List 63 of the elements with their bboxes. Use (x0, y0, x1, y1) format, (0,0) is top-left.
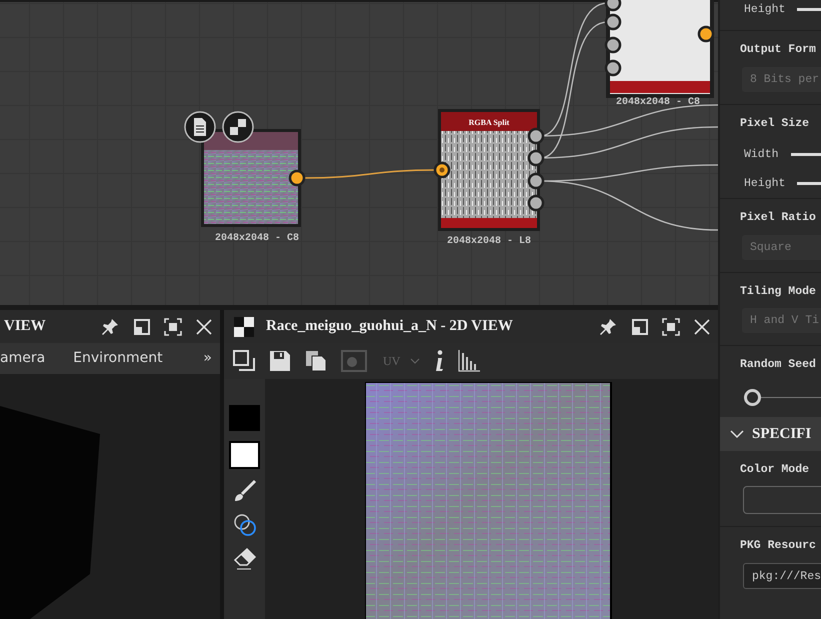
caret-icon (410, 358, 420, 364)
tab[interactable]: Environment (73, 348, 163, 369)
section-header[interactable]: SPECIFI (720, 417, 821, 451)
input-field[interactable] (743, 486, 821, 514)
input-pin[interactable] (604, 0, 622, 12)
slider-track[interactable] (797, 182, 821, 186)
layers-icon[interactable] (233, 350, 255, 372)
brush-icon[interactable] (232, 479, 256, 503)
info-icon[interactable] (434, 350, 444, 372)
background-swatch[interactable] (229, 441, 260, 469)
output-pin[interactable] (528, 150, 544, 166)
slider-label: Height (744, 176, 786, 192)
circles-icon[interactable] (232, 513, 256, 537)
slider-thumb[interactable] (744, 389, 761, 406)
node-card[interactable] (606, 0, 714, 98)
close-icon[interactable] (694, 318, 710, 334)
checker-icon[interactable] (222, 111, 254, 143)
property-label: Random Seed (739, 356, 817, 373)
dock-icon[interactable] (632, 318, 648, 334)
panel-title: Race_meiguo_guohui_a_N - 2D VIEW (266, 317, 513, 336)
pin-icon[interactable] (100, 316, 120, 336)
property-label: Pixel Size (739, 116, 810, 132)
node-title: RGBA Split (468, 118, 510, 127)
node-card[interactable] (438, 109, 540, 231)
input-pin[interactable] (604, 60, 622, 76)
property-label: Output Form (739, 42, 817, 58)
property-label: Color Mode (739, 462, 810, 478)
foreground-swatch[interactable] (229, 405, 260, 431)
document-icon[interactable] (184, 111, 216, 143)
chevron-down-icon (730, 429, 744, 439)
overflow-button[interactable]: » (203, 348, 212, 369)
output-pin[interactable] (528, 128, 544, 144)
node-card[interactable] (201, 129, 301, 227)
close-icon[interactable] (196, 318, 212, 334)
input-pin[interactable] (434, 162, 450, 178)
output-pin[interactable] (288, 170, 306, 186)
maximize-icon[interactable] (164, 318, 182, 336)
slider-track[interactable] (790, 152, 821, 156)
tab[interactable]: amera (0, 348, 46, 369)
dock-icon[interactable] (134, 318, 150, 334)
slider-label: Height (744, 2, 786, 18)
slider-label: Width (744, 146, 779, 163)
output-pin[interactable] (528, 172, 544, 190)
input-field[interactable]: pkg:///Res (743, 562, 821, 588)
node-caption: 2048x2048 - C8 (616, 97, 700, 108)
node-caption: 2048x2048 - C8 (215, 233, 299, 244)
input-pin[interactable] (604, 14, 622, 30)
histogram-icon[interactable] (458, 350, 480, 372)
output-pin[interactable] (528, 194, 544, 212)
copy-icon[interactable] (305, 350, 327, 372)
save-icon[interactable] (269, 350, 291, 372)
eraser-icon[interactable] (232, 547, 256, 571)
checker-icon (234, 316, 254, 336)
node-caption: 2048x2048 - L8 (447, 236, 531, 247)
input-pin[interactable] (604, 36, 622, 54)
property-label: Tiling Mode (739, 284, 817, 300)
maximize-icon[interactable] (662, 318, 680, 336)
property-label: Pixel Ratio (739, 210, 817, 226)
slider-track[interactable] (797, 8, 821, 12)
property-label: PKG Resourc (739, 538, 817, 554)
output-pin[interactable] (698, 26, 714, 42)
pin-icon[interactable] (598, 316, 618, 336)
panel-title: VIEW (4, 317, 46, 336)
